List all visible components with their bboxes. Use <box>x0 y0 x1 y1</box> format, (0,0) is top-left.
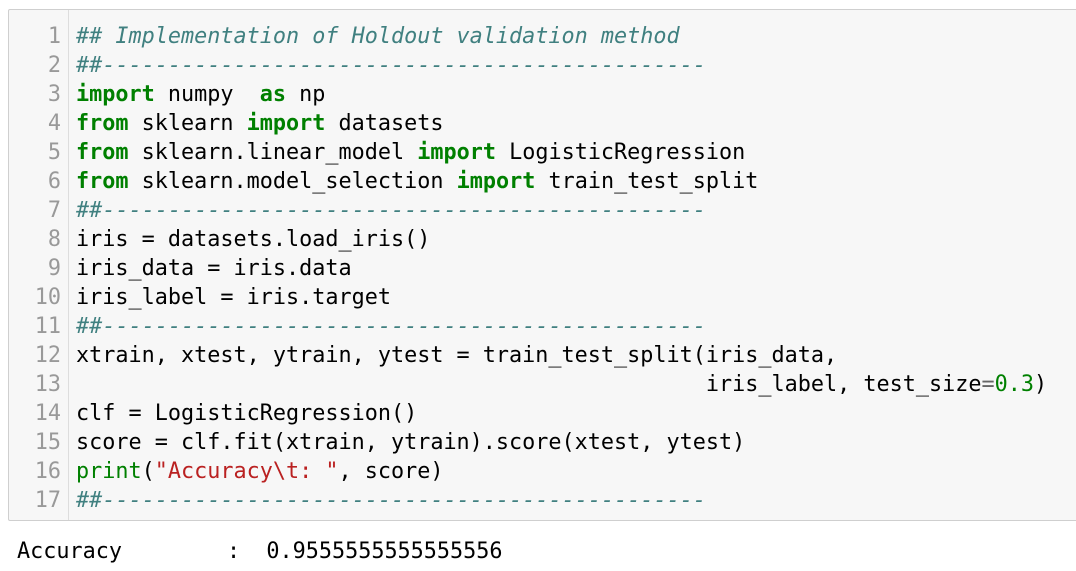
code-token: import <box>246 111 326 136</box>
code-text: iris = datasets.load_iris() <box>76 225 430 254</box>
code-token: import <box>76 82 155 107</box>
code-token: score = clf.fit(xtrain, ytrain).score(xt… <box>76 430 746 455</box>
code-token: datasets <box>325 111 444 136</box>
code-token: iris = datasets.load_iris() <box>76 227 431 252</box>
code-line: 6 from sklearn.model_selection import tra… <box>9 167 1076 196</box>
code-line: 10 iris_label = iris.target <box>9 283 1076 312</box>
code-token: import <box>456 169 536 194</box>
code-token: ##--------------------------------------… <box>76 488 706 513</box>
code-token: sklearn <box>128 111 247 136</box>
code-token: train_test_split <box>535 169 759 194</box>
code-text: iris_label, test_size=0.3) <box>76 370 1047 399</box>
code-token: 0.3 <box>994 372 1034 397</box>
code-text: iris_label = iris.target <box>76 283 391 312</box>
cell-output: Accuracy : 0.9555555555555556 <box>17 539 503 564</box>
code-token: from <box>76 169 129 194</box>
line-number: 16 <box>34 459 61 484</box>
line-number: 4 <box>47 111 61 136</box>
code-token: import <box>417 140 496 165</box>
code-line: 12 xtrain, xtest, ytrain, ytest = train_t… <box>9 341 1076 370</box>
code-text: import numpy as np <box>76 80 325 109</box>
line-number: 5 <box>47 140 61 165</box>
code-token: sklearn.model_selection <box>128 169 457 194</box>
code-token: as <box>259 82 286 107</box>
line-number: 7 <box>47 198 61 223</box>
code-text: ##--------------------------------------… <box>76 196 706 225</box>
code-token: LogisticRegression <box>495 140 746 165</box>
line-number: 12 <box>34 343 61 368</box>
code-text: from sklearn import datasets <box>76 109 443 138</box>
code-line: 2 ##-------------------------------------… <box>9 51 1076 80</box>
code-token: iris_data = iris.data <box>76 256 352 281</box>
code-line: 13 iris_label, test_size=0.3) <box>9 370 1076 399</box>
code-text: print("Accuracy\t: ", score) <box>76 457 443 486</box>
line-number: 6 <box>47 169 61 194</box>
code-cell[interactable]: 1 ## Implementation of Holdout validation… <box>8 9 1076 521</box>
code-text: iris_data = iris.data <box>76 254 352 283</box>
code-token: np <box>285 82 326 107</box>
code-token: xtrain, xtest, ytrain, ytest = train_tes… <box>76 343 838 368</box>
code-text: ## Implementation of Holdout validation … <box>76 22 680 51</box>
code-token: sklearn.linear_model <box>128 140 418 165</box>
code-line: 3 import numpy as np <box>9 80 1076 109</box>
line-number: 17 <box>34 488 61 513</box>
code-line: 1 ## Implementation of Holdout validation… <box>9 22 1076 51</box>
code-line: 11 ##------------------------------------… <box>9 312 1076 341</box>
code-line: 7 ##-------------------------------------… <box>9 196 1076 225</box>
code-token: from <box>76 140 129 165</box>
code-token: iris_label, test_size <box>76 372 982 397</box>
code-text: clf = LogisticRegression() <box>76 399 417 428</box>
code-token: = <box>981 372 995 397</box>
code-line: 9 iris_data = iris.data <box>9 254 1076 283</box>
line-number: 8 <box>47 227 61 252</box>
code-token: "Accuracy\t: " <box>154 459 339 484</box>
code-text: ##--------------------------------------… <box>76 51 706 80</box>
code-text: from sklearn.model_selection import trai… <box>76 167 758 196</box>
code-token: ) <box>1033 372 1048 397</box>
code-text: ##--------------------------------------… <box>76 312 706 341</box>
code-token: from <box>76 111 129 136</box>
code-token: clf = LogisticRegression() <box>76 401 418 426</box>
code-line: 5 from sklearn.linear_model import Logist… <box>9 138 1076 167</box>
code-token: print <box>76 459 142 484</box>
code-token: ##--------------------------------------… <box>76 198 706 223</box>
code-line: 4 from sklearn import datasets <box>9 109 1076 138</box>
line-number: 13 <box>34 372 61 397</box>
line-number: 2 <box>47 53 61 78</box>
code-line: 17 ##------------------------------------… <box>9 486 1076 515</box>
code-token: ##--------------------------------------… <box>76 314 706 339</box>
line-number: 3 <box>47 82 61 107</box>
code-line: 16 print("Accuracy\t: ", score) <box>9 457 1076 486</box>
line-number: 15 <box>34 430 61 455</box>
code-text: ##--------------------------------------… <box>76 486 706 515</box>
line-number: 10 <box>34 285 61 310</box>
line-number: 9 <box>47 256 61 281</box>
code-token: , score) <box>338 459 444 484</box>
code-editor[interactable]: 1 ## Implementation of Holdout validation… <box>9 22 1076 515</box>
code-token: numpy <box>154 82 260 107</box>
code-text: from sklearn.linear_model import Logisti… <box>76 138 745 167</box>
code-line: 15 score = clf.fit(xtrain, ytrain).score(… <box>9 428 1076 457</box>
code-token: iris_label = iris.target <box>76 285 391 310</box>
code-token: ## Implementation of Holdout validation … <box>76 24 680 49</box>
code-text: score = clf.fit(xtrain, ytrain).score(xt… <box>76 428 745 457</box>
code-line: 8 iris = datasets.load_iris() <box>9 225 1076 254</box>
code-token: ( <box>141 459 155 484</box>
code-token: ##--------------------------------------… <box>76 53 706 78</box>
code-text: xtrain, xtest, ytrain, ytest = train_tes… <box>76 341 837 370</box>
line-number: 14 <box>34 401 61 426</box>
line-number: 1 <box>47 24 61 49</box>
code-line: 14 clf = LogisticRegression() <box>9 399 1076 428</box>
line-number: 11 <box>34 314 61 339</box>
